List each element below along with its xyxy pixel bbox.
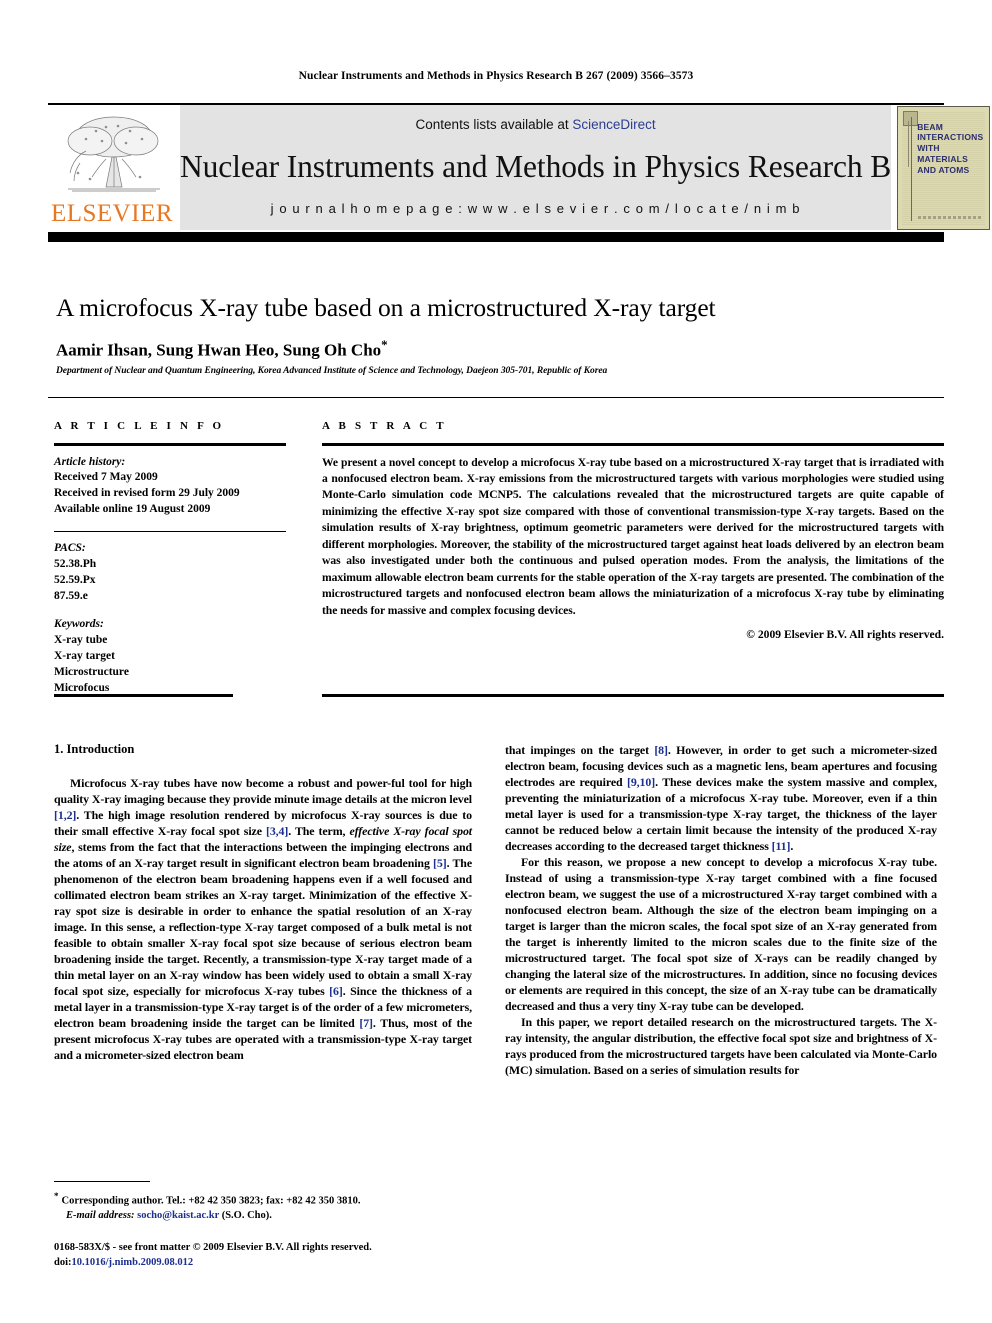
keyword-item: Microstructure bbox=[54, 665, 129, 678]
paragraph-intro-2: For this reason, we propose a new concep… bbox=[505, 855, 937, 1013]
article-info-heading: A R T I C L E I N F O bbox=[54, 420, 225, 432]
page-title: A microfocus X-ray tube based on a micro… bbox=[56, 293, 716, 322]
abstract-bottom-rule bbox=[322, 694, 944, 697]
citation-ref[interactable]: [1,2] bbox=[54, 808, 76, 822]
journal-homepage[interactable]: j o u r n a l h o m e p a g e : w w w . … bbox=[271, 201, 801, 216]
keyword-item: X-ray target bbox=[54, 650, 115, 663]
abstract-column: A B S T R A C T We present a novel conce… bbox=[322, 420, 944, 641]
abstract-heading: A B S T R A C T bbox=[322, 420, 447, 432]
doi-label: doi: bbox=[54, 1257, 72, 1269]
article-history-label: Article history: bbox=[54, 455, 126, 468]
paper-page: Nuclear Instruments and Methods in Physi… bbox=[0, 0, 992, 1323]
history-item: Received 7 May 2009 bbox=[54, 471, 158, 484]
citation-ref[interactable]: [5] bbox=[433, 856, 447, 870]
paragraph-intro-3: In this paper, we report detailed resear… bbox=[505, 1015, 937, 1077]
corresponding-author-text: Corresponding author. Tel.: +82 42 350 3… bbox=[61, 1195, 361, 1207]
pacs-block: PACS: 52.38.Ph 52.59.Px 87.59.e bbox=[54, 541, 286, 604]
paragraph-intro-continued: that impinges on the target [8]. However… bbox=[505, 742, 937, 854]
running-head: Nuclear Instruments and Methods in Physi… bbox=[298, 70, 694, 82]
history-item: Received in revised form 29 July 2009 bbox=[54, 487, 240, 500]
paragraph-intro-1: Microfocus X-ray tubes have now become a… bbox=[54, 775, 472, 1063]
journal-masthead: ELSEVIER Contents lists available at Sci… bbox=[48, 103, 991, 230]
citation-ref[interactable]: [7] bbox=[359, 1016, 373, 1030]
text-run: . The phenomenon of the electron beam br… bbox=[54, 856, 472, 998]
author-names: Aamir Ihsan, Sung Hwan Heo, Sung Oh Cho bbox=[56, 340, 382, 360]
cover-spine-line-secondary bbox=[908, 120, 910, 167]
email-suffix: (S.O. Cho). bbox=[221, 1210, 272, 1222]
keyword-item: X-ray tube bbox=[54, 634, 108, 647]
citation-ref[interactable]: [11] bbox=[772, 839, 791, 853]
email-label: E-mail address: bbox=[66, 1210, 135, 1222]
pacs-item: 87.59.e bbox=[54, 589, 88, 602]
article-info-rule-top bbox=[54, 443, 286, 446]
text-run: Microfocus X-ray tubes have now become a… bbox=[54, 776, 472, 806]
email-link[interactable]: socho@kaist.ac.kr bbox=[137, 1210, 219, 1221]
footnote-star-marker: * bbox=[54, 1191, 59, 1201]
affiliation: Department of Nuclear and Quantum Engine… bbox=[56, 366, 608, 376]
text-run: . bbox=[790, 839, 794, 853]
text-run: . The term, bbox=[288, 824, 350, 838]
corresponding-author-marker: * bbox=[381, 337, 388, 352]
author-list: Aamir Ihsan, Sung Hwan Heo, Sung Oh Cho* bbox=[56, 337, 936, 361]
journal-cover-thumbnail: BEAM INTERACTIONS WITH MATERIALS AND ATO… bbox=[897, 105, 991, 230]
doi-link[interactable]: 10.1016/j.nimb.2009.08.012 bbox=[72, 1257, 194, 1268]
masthead-center: Contents lists available at ScienceDirec… bbox=[180, 105, 891, 230]
abstract-text: We present a novel concept to develop a … bbox=[322, 455, 944, 617]
elsevier-tree-icon bbox=[67, 116, 160, 192]
citation-ref[interactable]: [9,10] bbox=[627, 775, 655, 789]
masthead-black-bar bbox=[48, 232, 944, 242]
cover-footer-rule bbox=[918, 215, 984, 219]
article-info-rule-mid bbox=[54, 530, 286, 532]
cover-spine-line bbox=[911, 116, 913, 221]
keywords-label: Keywords: bbox=[54, 618, 104, 631]
article-info-bottom-rule bbox=[54, 694, 233, 697]
body-column-left: 1. Introduction Microfocus X-ray tubes h… bbox=[54, 742, 472, 1063]
sciencedirect-link[interactable]: ScienceDirect bbox=[572, 117, 655, 132]
info-band-top-rule bbox=[48, 397, 944, 398]
contents-available-line: Contents lists available at ScienceDirec… bbox=[416, 117, 656, 132]
body-column-right: that impinges on the target [8]. However… bbox=[505, 742, 937, 1078]
journal-title: Nuclear Instruments and Methods in Physi… bbox=[180, 148, 892, 184]
citation-ref[interactable]: [8] bbox=[654, 743, 668, 757]
text-run: that impinges on the target bbox=[505, 743, 655, 757]
history-item: Available online 19 August 2009 bbox=[54, 503, 211, 516]
footnote-rule bbox=[54, 1181, 150, 1182]
doi-line: doi:10.1016/j.nimb.2009.08.012 bbox=[54, 1255, 514, 1270]
citation-ref[interactable]: [3,4] bbox=[266, 824, 288, 838]
citation-ref[interactable]: [6] bbox=[329, 984, 343, 998]
text-run: , stems from the fact that the interacti… bbox=[54, 840, 472, 870]
pacs-item: 52.38.Ph bbox=[54, 557, 97, 570]
article-history-block: Article history: Received 7 May 2009 Rec… bbox=[54, 455, 286, 518]
elsevier-logo: ELSEVIER bbox=[48, 105, 176, 230]
article-info-column: A R T I C L E I N F O Article history: R… bbox=[54, 420, 286, 710]
contents-prefix: Contents lists available at bbox=[415, 117, 573, 132]
elsevier-wordmark: ELSEVIER bbox=[50, 200, 174, 227]
frontmatter-block: 0168-583X/$ - see front matter © 2009 El… bbox=[54, 1240, 514, 1270]
cover-title-text: BEAM INTERACTIONS WITH MATERIALS AND ATO… bbox=[917, 121, 984, 176]
corresponding-author-footnote: * Corresponding author. Tel.: +82 42 350 … bbox=[54, 1190, 474, 1224]
abstract-copyright: © 2009 Elsevier B.V. All rights reserved… bbox=[746, 628, 944, 642]
frontmatter-line: 0168-583X/$ - see front matter © 2009 El… bbox=[54, 1242, 372, 1253]
section-title-introduction: 1. Introduction bbox=[54, 742, 135, 756]
abstract-rule-top bbox=[322, 443, 944, 446]
pacs-item: 52.59.Px bbox=[54, 573, 96, 586]
email-line: E-mail address: socho@kaist.ac.kr (S.O. … bbox=[54, 1209, 474, 1224]
pacs-label: PACS: bbox=[54, 541, 86, 554]
keywords-block: Keywords: X-ray tube X-ray target Micros… bbox=[54, 617, 286, 696]
